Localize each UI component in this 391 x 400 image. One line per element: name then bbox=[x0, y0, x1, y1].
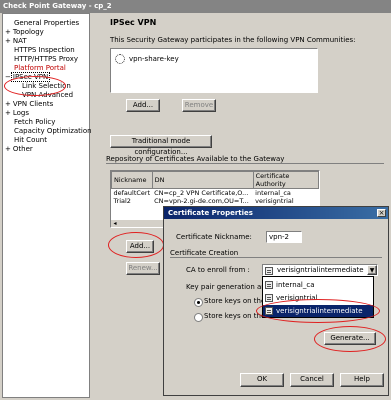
table-cell: verisigntrial bbox=[255, 197, 294, 205]
ca-select[interactable]: verisigntrialintermediate ▼ bbox=[262, 264, 378, 276]
tree-item-logs[interactable]: + Logs bbox=[5, 109, 30, 118]
dropdown-option[interactable]: verisigntrial bbox=[263, 292, 373, 304]
store-keys-module-radio[interactable] bbox=[194, 313, 203, 322]
help-button[interactable]: Help bbox=[340, 373, 384, 387]
certificate-icon bbox=[265, 307, 273, 315]
certificate-properties-dialog: Certificate Properties × Certificate Nic… bbox=[163, 206, 389, 396]
tree-item-vpn-clients[interactable]: + VPN Clients bbox=[5, 100, 54, 109]
dialog-title: Certificate Properties bbox=[164, 207, 388, 219]
tree-item-ipsec-vpn[interactable]: − IPSec VPN bbox=[5, 72, 51, 82]
column-header-nickname[interactable]: Nickname bbox=[111, 171, 153, 189]
ok-button[interactable]: OK bbox=[240, 373, 284, 387]
community-item[interactable]: vpn-share-key bbox=[129, 55, 179, 63]
ca-select-value: verisigntrialintermediate bbox=[277, 266, 364, 274]
traditional-mode-button[interactable]: Traditional mode configuration... bbox=[110, 135, 212, 156]
tree-item-topology[interactable]: + Topology bbox=[5, 28, 45, 37]
radio1-label: Store keys on the bbox=[204, 297, 266, 305]
repository-divider bbox=[106, 163, 384, 164]
remove-community-button[interactable]: Remove bbox=[182, 99, 216, 112]
nickname-field[interactable]: vpn-2 bbox=[266, 231, 302, 243]
tree-item-other[interactable]: + Other bbox=[5, 145, 34, 154]
renew-button[interactable]: Renew... bbox=[126, 262, 160, 275]
generate-button[interactable]: Generate... bbox=[324, 332, 376, 345]
expand-icon[interactable]: + bbox=[5, 37, 11, 45]
tree-item-https-inspection[interactable]: HTTPS Inspection bbox=[13, 46, 76, 55]
keypair-label: Key pair generation and bbox=[186, 283, 271, 291]
community-list[interactable]: vpn-share-key bbox=[110, 48, 318, 93]
tree-item-general-properties[interactable]: General Properties bbox=[13, 19, 80, 28]
tree-item-platform-portal[interactable]: Platform Portal bbox=[13, 64, 67, 73]
repository-label: Repository of Certificates Available to … bbox=[106, 155, 285, 163]
ca-label: CA to enroll from : bbox=[186, 266, 250, 274]
chevron-down-icon[interactable]: ▼ bbox=[367, 265, 377, 275]
certificate-icon bbox=[265, 294, 273, 302]
participates-label: This Security Gateway participates in th… bbox=[110, 36, 356, 44]
column-header-ca[interactable]: Certificate Authority bbox=[252, 171, 319, 189]
page-title: IPSec VPN bbox=[110, 18, 157, 27]
creation-label: Certificate Creation bbox=[170, 249, 239, 257]
nickname-label: Certificate Nickname: bbox=[176, 233, 252, 241]
scroll-left-icon[interactable]: ◂ bbox=[112, 221, 118, 227]
table-cell: defaultCert bbox=[113, 189, 151, 197]
store-keys-gateway-radio[interactable] bbox=[194, 298, 203, 307]
table-row[interactable]: defaultCert CN=cp_2 VPN Certificate,O...… bbox=[112, 189, 319, 197]
tree-item-capacity-optimization[interactable]: Capacity Optimization bbox=[13, 127, 93, 136]
table-cell: CN=cp_2 VPN Certificate,O... bbox=[154, 189, 249, 197]
table-row[interactable]: Trial2 CN=vpn-2.gi-de.com,OU=T... verisi… bbox=[112, 197, 319, 205]
certificate-icon bbox=[265, 281, 273, 289]
creation-divider bbox=[170, 257, 382, 258]
tree-item-link-selection[interactable]: Link Selection bbox=[21, 82, 72, 91]
tree-item-hit-count[interactable]: Hit Count bbox=[13, 136, 48, 145]
tree-item-vpn-advanced[interactable]: VPN Advanced bbox=[21, 91, 74, 100]
tree-item-http-proxy[interactable]: HTTP/HTTPS Proxy bbox=[13, 55, 79, 64]
tree-item-fetch-policy[interactable]: Fetch Policy bbox=[13, 118, 56, 127]
navigation-tree: General Properties + Topology + NAT HTTPS … bbox=[2, 13, 93, 398]
add-certificate-button[interactable]: Add... bbox=[126, 240, 154, 253]
collapse-icon[interactable]: − bbox=[5, 73, 11, 81]
column-header-dn[interactable]: DN bbox=[151, 171, 254, 189]
expand-icon[interactable]: + bbox=[5, 145, 11, 153]
window-title: Check Point Gateway - cp_2 bbox=[0, 0, 391, 13]
add-community-button[interactable]: Add... bbox=[126, 99, 160, 112]
cancel-button[interactable]: Cancel bbox=[290, 373, 334, 387]
dropdown-option-selected[interactable]: verisigntrialintermediate bbox=[263, 305, 373, 317]
ca-dropdown-list[interactable]: internal_ca verisigntrial verisigntriali… bbox=[262, 276, 374, 318]
dropdown-option[interactable]: internal_ca bbox=[263, 279, 373, 291]
table-cell: Trial2 bbox=[113, 197, 131, 205]
expand-icon[interactable]: + bbox=[5, 28, 11, 36]
close-icon[interactable]: × bbox=[377, 209, 386, 217]
table-cell: CN=vpn-2.gi-de.com,OU=T... bbox=[154, 197, 249, 205]
expand-icon[interactable]: + bbox=[5, 109, 11, 117]
certificate-icon bbox=[265, 267, 273, 275]
tree-item-nat[interactable]: + NAT bbox=[5, 37, 28, 46]
expand-icon[interactable]: + bbox=[5, 100, 11, 108]
community-icon bbox=[115, 54, 125, 64]
table-cell: internal_ca bbox=[255, 189, 291, 197]
